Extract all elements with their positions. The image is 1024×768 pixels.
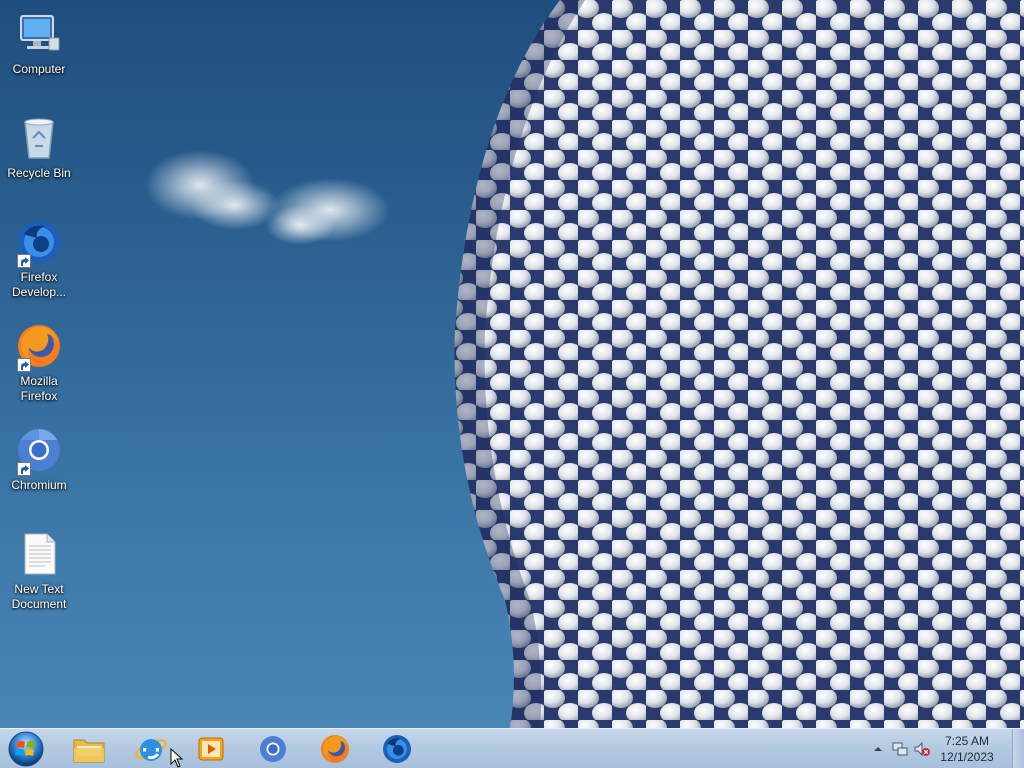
desktop-icon-computer[interactable]: Computer bbox=[4, 4, 74, 100]
firefox-icon bbox=[321, 735, 349, 763]
taskbar-firefox-developer[interactable] bbox=[370, 731, 424, 767]
shortcut-arrow-icon bbox=[17, 358, 31, 372]
text-document-icon bbox=[15, 530, 63, 578]
desktop-icon-mozilla-firefox[interactable]: Mozilla Firefox bbox=[4, 316, 74, 412]
volume-muted-icon[interactable] bbox=[914, 741, 930, 757]
taskbar-firefox[interactable] bbox=[308, 731, 362, 767]
shortcut-arrow-icon bbox=[17, 254, 31, 268]
clock-time: 7:25 AM bbox=[944, 734, 990, 748]
internet-explorer-icon bbox=[135, 739, 167, 761]
desktop-icon-new-text-document[interactable]: New Text Document bbox=[4, 524, 74, 620]
firefox-developer-icon bbox=[15, 218, 63, 268]
show-hidden-icons-arrow-icon[interactable] bbox=[870, 741, 886, 757]
desktop-icon-label: Chromium bbox=[11, 478, 67, 492]
media-player-icon bbox=[198, 737, 224, 761]
taskbar: 7:25 AM 12/1/2023 bbox=[0, 728, 1024, 768]
desktop-icon-label: Firefox Develop... bbox=[11, 270, 67, 299]
desktop-icon-chromium[interactable]: Chromium bbox=[4, 420, 74, 516]
taskbar-media-player[interactable] bbox=[184, 731, 238, 767]
system-clock[interactable]: 7:25 AM 12/1/2023 bbox=[932, 733, 1002, 765]
show-desktop-button[interactable] bbox=[1012, 729, 1024, 768]
wallpaper bbox=[145, 0, 1024, 728]
clouds bbox=[145, 150, 390, 245]
clock-date: 12/1/2023 bbox=[940, 750, 994, 764]
desktop-icon-label: New Text Document bbox=[11, 582, 67, 611]
taskbar-windows-explorer[interactable] bbox=[62, 731, 116, 767]
shortcut-arrow-icon bbox=[17, 462, 31, 476]
windows-start-orb-icon bbox=[8, 731, 44, 767]
desktop-icon-label: Computer bbox=[12, 62, 66, 76]
start-button[interactable] bbox=[2, 729, 50, 768]
desktop-icon-firefox-developer[interactable]: Firefox Develop... bbox=[4, 212, 74, 308]
desktop-icon-label: Recycle Bin bbox=[7, 166, 71, 180]
recycle-bin-icon bbox=[15, 114, 63, 162]
chromium-icon bbox=[15, 426, 63, 476]
chromium-icon bbox=[260, 736, 286, 762]
mouse-cursor-icon bbox=[170, 748, 184, 768]
notification-area: 7:25 AM 12/1/2023 bbox=[864, 729, 1024, 768]
taskbar-chromium[interactable] bbox=[246, 731, 300, 767]
folder-icon bbox=[73, 739, 105, 763]
network-icon[interactable] bbox=[892, 741, 908, 757]
desktop-icon-recycle-bin[interactable]: Recycle Bin bbox=[4, 108, 74, 204]
firefox-developer-icon bbox=[383, 735, 411, 763]
computer-icon bbox=[15, 10, 63, 58]
building-facade bbox=[454, 0, 1024, 728]
desktop-icon-label: Mozilla Firefox bbox=[20, 374, 58, 403]
desktop[interactable]: Computer Recycle Bin Firefox Develop... … bbox=[0, 0, 1024, 728]
firefox-icon bbox=[15, 322, 63, 372]
